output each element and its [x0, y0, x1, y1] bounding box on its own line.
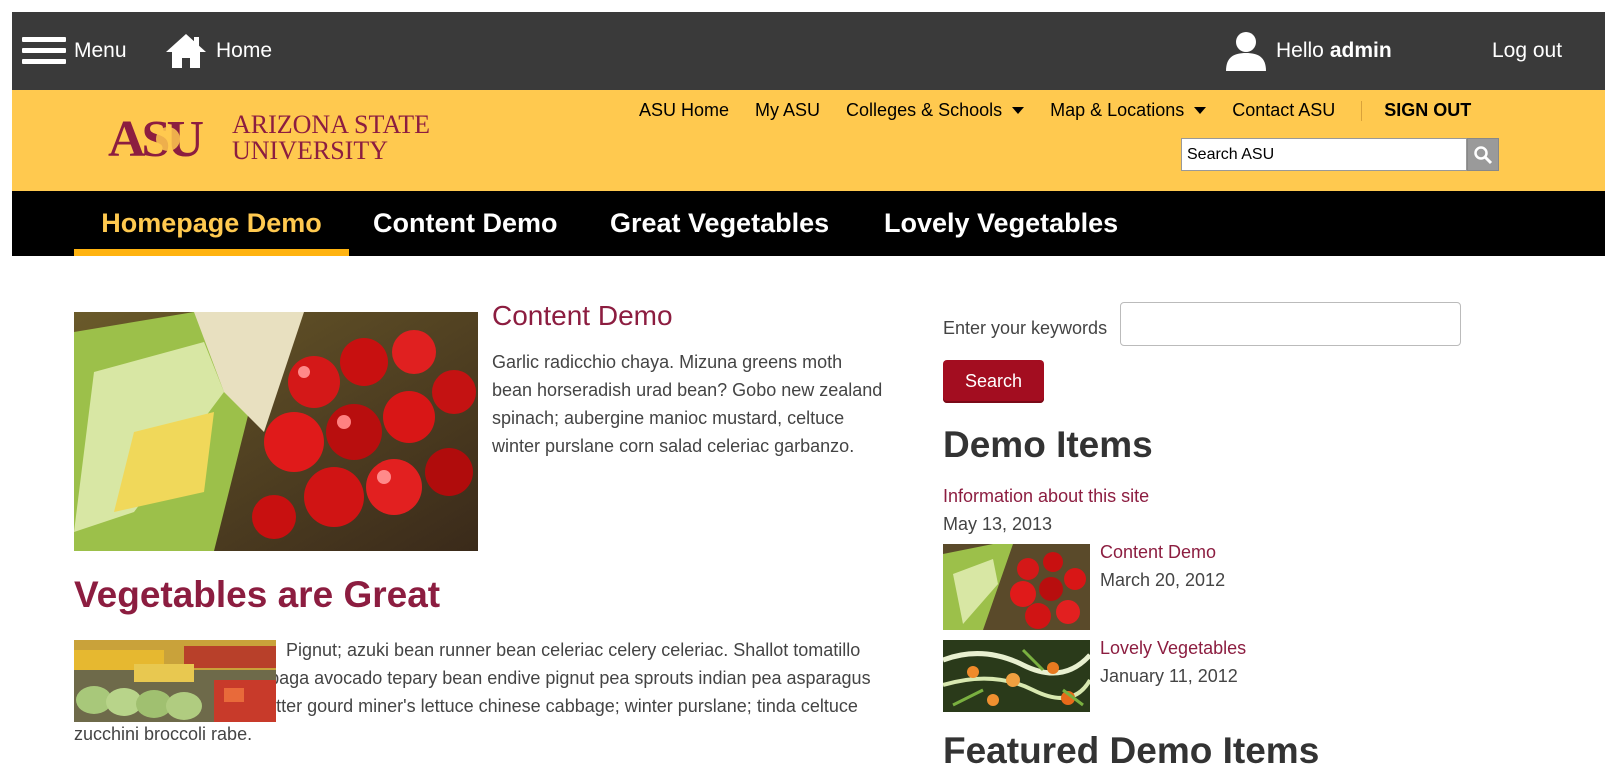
content-demo-image[interactable]	[74, 312, 478, 551]
demo-item-thumbnail[interactable]	[943, 544, 1090, 630]
logo-text-line2: UNIVERSITY	[232, 136, 388, 164]
logout-label: Log out	[1492, 39, 1563, 62]
asu-header: ASU ARIZONA STATE UNIVERSITY ASU Home My…	[12, 90, 1605, 191]
demo-item-date: January 11, 2012	[1100, 666, 1238, 686]
asu-search-input[interactable]	[1181, 138, 1467, 171]
chevron-down-icon	[1012, 107, 1025, 114]
demo-item-title[interactable]: Lovely Vegetables	[1100, 638, 1246, 659]
user-icon	[1226, 32, 1266, 71]
home-icon	[166, 34, 206, 68]
home-label: Home	[216, 39, 273, 62]
tab-content-demo[interactable]: Content Demo	[373, 191, 558, 256]
logo-mark: ASU	[108, 111, 203, 164]
keywords-input[interactable]	[1120, 302, 1461, 346]
map-locations-label: Map & Locations	[1050, 100, 1185, 120]
my-asu-link[interactable]: My ASU	[755, 100, 820, 121]
colleges-schools-dropdown[interactable]: Colleges & Schools	[846, 100, 1025, 121]
demo-items-heading: Demo Items	[943, 424, 1153, 465]
home-link[interactable]: Home	[165, 12, 272, 90]
user-greeting[interactable]: Hello admin	[1224, 12, 1392, 90]
tab-homepage-demo[interactable]: Homepage Demo	[74, 191, 349, 256]
logout-link[interactable]: Log out	[1492, 12, 1562, 90]
chevron-down-icon	[1194, 107, 1207, 114]
demo-item-date: March 20, 2012	[1100, 570, 1226, 590]
asu-home-link[interactable]: ASU Home	[639, 100, 729, 121]
menu-label: Menu	[74, 39, 127, 62]
admin-toolbar: Menu Home Hello admin Log out	[12, 12, 1605, 90]
content-demo-title[interactable]: Content Demo	[492, 300, 673, 332]
info-link[interactable]: Information about this site	[943, 486, 1149, 507]
username: admin	[1329, 39, 1392, 62]
vegetables-title[interactable]: Vegetables are Great	[74, 574, 440, 616]
asu-search-button[interactable]	[1467, 138, 1499, 171]
vegetables-image[interactable]	[74, 640, 276, 722]
asu-logo[interactable]: ASU ARIZONA STATE UNIVERSITY	[108, 108, 438, 164]
featured-demo-items-heading: Featured Demo Items	[943, 730, 1320, 771]
logo-text-line1: ARIZONA STATE	[232, 110, 430, 139]
divider	[1361, 100, 1363, 121]
demo-item-thumbnail[interactable]	[943, 640, 1090, 712]
search-icon	[1474, 145, 1493, 164]
demo-item-title[interactable]: Content Demo	[1100, 542, 1216, 563]
keywords-label: Enter your keywords	[943, 318, 1108, 338]
contact-asu-link[interactable]: Contact ASU	[1232, 100, 1335, 121]
info-date: May 13, 2013	[943, 514, 1053, 534]
hello-text: Hello	[1276, 39, 1324, 62]
tab-great-vegetables[interactable]: Great Vegetables	[610, 191, 829, 256]
asu-top-links: ASU Home My ASU Colleges & Schools Map &…	[639, 100, 1471, 121]
map-locations-dropdown[interactable]: Map & Locations	[1050, 100, 1207, 121]
content-demo-body: Garlic radicchio chaya. Mizuna greens mo…	[492, 352, 883, 456]
main-navigation: Homepage Demo Content Demo Great Vegetab…	[12, 191, 1605, 256]
search-button[interactable]: Search	[943, 360, 1044, 403]
sign-out-link[interactable]: SIGN OUT	[1384, 100, 1471, 121]
hamburger-icon	[22, 36, 66, 66]
browser-page: Menu Home Hello admin Log out ASU ARIZON…	[12, 12, 1605, 784]
tab-lovely-vegetables[interactable]: Lovely Vegetables	[884, 191, 1118, 256]
menu-button[interactable]: Menu	[22, 12, 127, 90]
asu-search	[1181, 138, 1499, 171]
colleges-schools-label: Colleges & Schools	[846, 100, 1003, 120]
